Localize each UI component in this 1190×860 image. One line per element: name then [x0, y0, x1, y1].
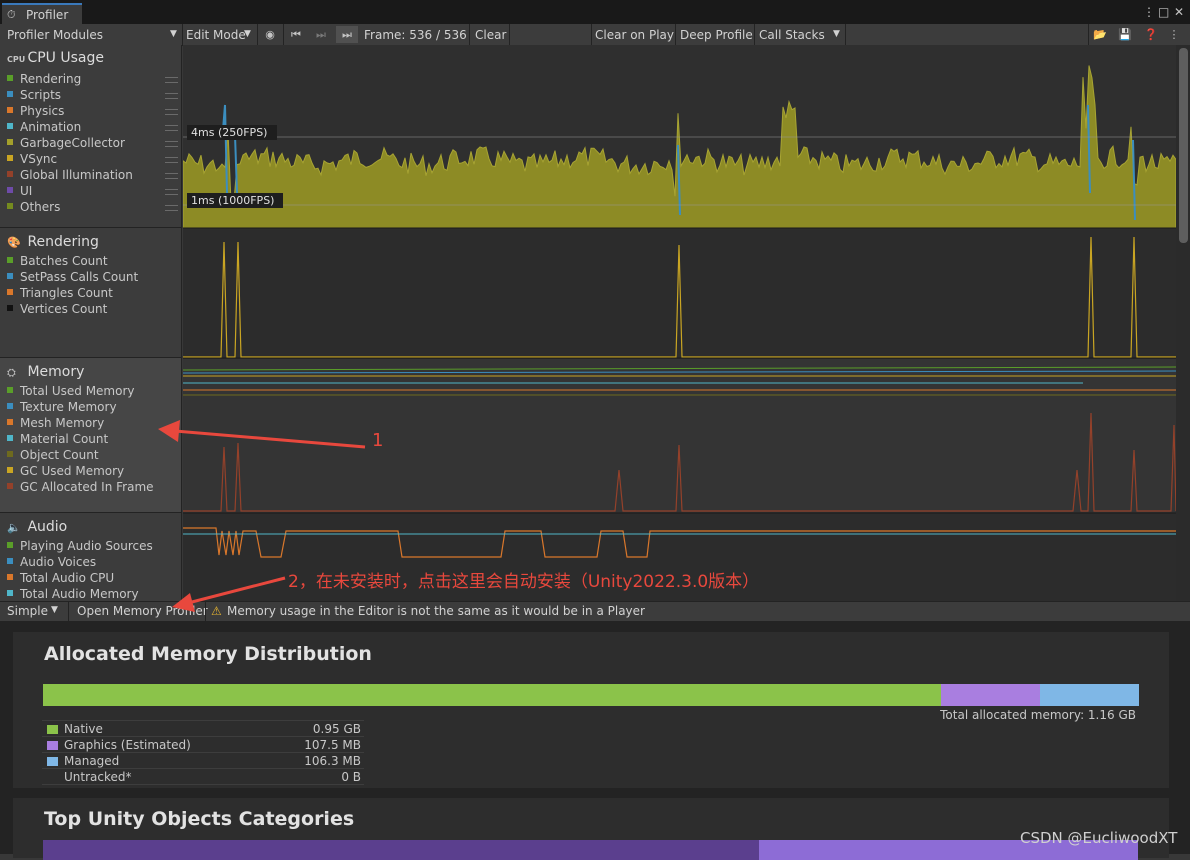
annotation-label-1: 1 — [372, 430, 384, 451]
annotation-arrow-2 — [187, 576, 286, 605]
annotation-arrowhead-1 — [158, 420, 180, 442]
annotation-arrowhead-2 — [172, 593, 195, 612]
annotation-overlay — [158, 420, 366, 612]
annotation-arrow-1 — [174, 429, 366, 449]
watermark: CSDN @EucliwoodXT — [1020, 829, 1178, 847]
annotation-label-2: 2，在未安装时，点击这里会自动安装（Unity2022.3.0版本） — [288, 572, 760, 592]
